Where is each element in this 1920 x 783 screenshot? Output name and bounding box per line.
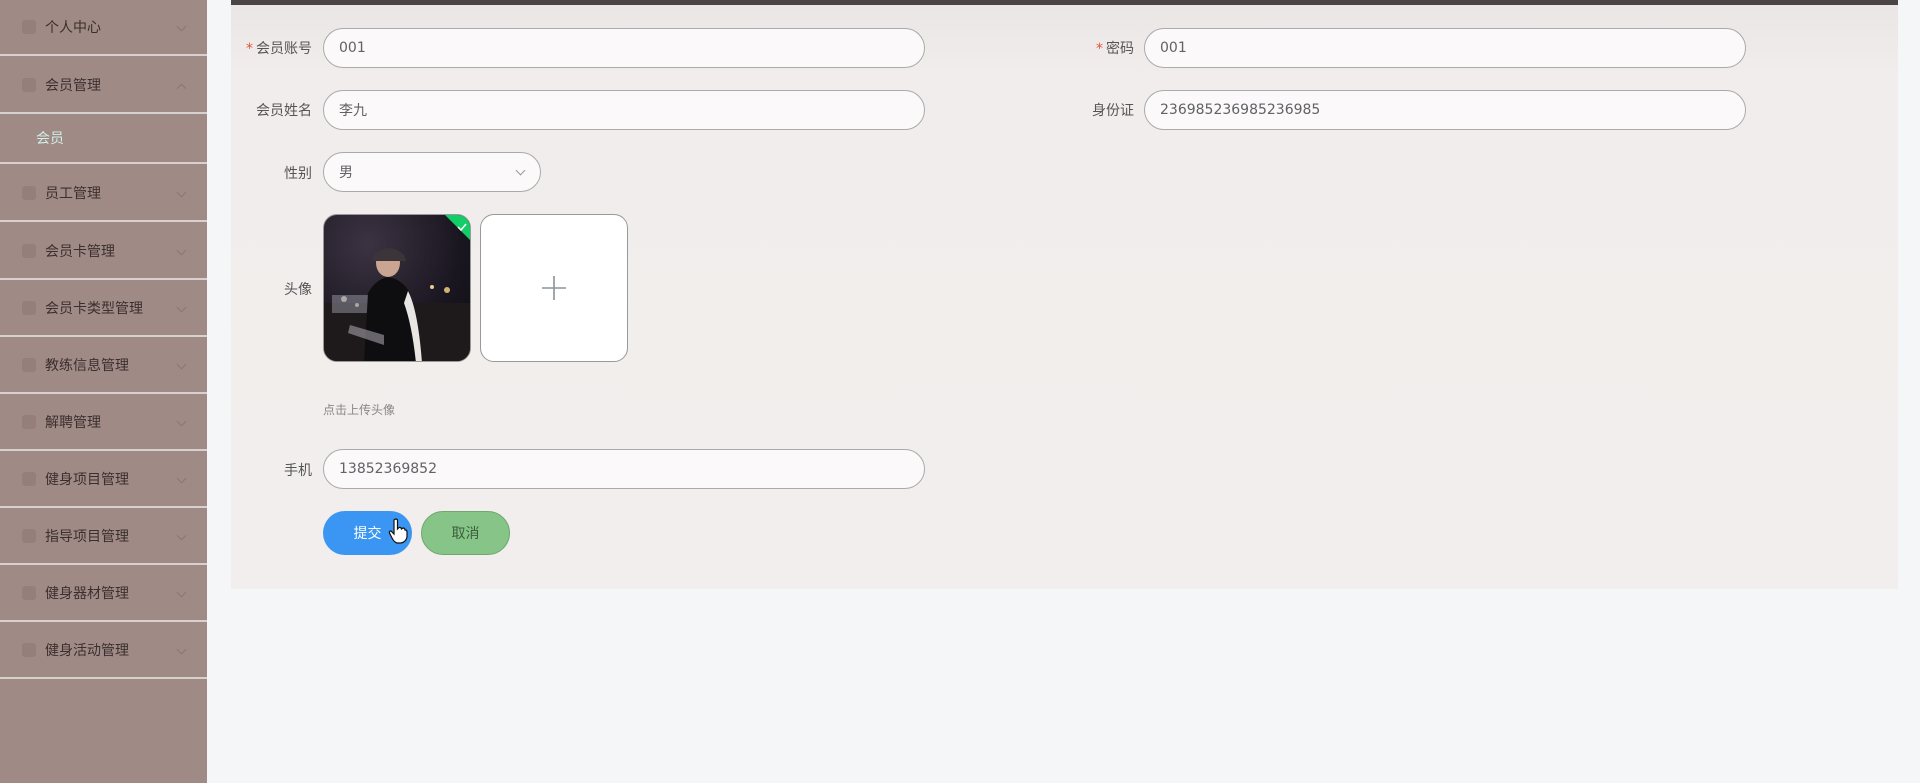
- sidebar-item-label: 员工管理: [45, 186, 101, 202]
- sidebar-item-label: 会员管理: [45, 78, 101, 94]
- gender-select[interactable]: 男: [323, 152, 541, 192]
- equipment-icon: [22, 586, 36, 600]
- gender-label-text: 性别: [284, 166, 312, 182]
- hand-cursor-icon: [388, 518, 408, 544]
- guide-icon: [22, 529, 36, 543]
- cardtype-icon: [22, 301, 36, 315]
- sidebar-item-cardtype-management[interactable]: 会员卡类型管理: [0, 281, 207, 337]
- submenu-item-label: 会员: [36, 131, 64, 147]
- submit-button-label: 提交: [353, 526, 382, 542]
- chevron-down-icon: [176, 644, 187, 655]
- cancel-button-label: 取消: [451, 526, 480, 542]
- user-icon: [22, 20, 36, 34]
- sidebar-item-personal-center[interactable]: 个人中心: [0, 0, 207, 56]
- account-label-text: 会员账号: [256, 41, 312, 57]
- chevron-down-icon: [176, 587, 187, 598]
- list-icon: [22, 186, 36, 200]
- password-input[interactable]: 001: [1144, 28, 1746, 68]
- avatar-label: 头像: [240, 279, 312, 299]
- password-value: 001: [1160, 40, 1187, 56]
- idcard-label: 身份证: [1060, 100, 1134, 120]
- card-icon: [22, 244, 36, 258]
- account-label: * 会员账号: [240, 38, 312, 58]
- account-input[interactable]: 001: [323, 28, 925, 68]
- sidebar-item-label: 健身项目管理: [45, 472, 129, 488]
- phone-label: 手机: [240, 460, 312, 480]
- sidebar-item-staff-management[interactable]: 员工管理: [0, 166, 207, 222]
- sidebar-item-label: 教练信息管理: [45, 358, 129, 374]
- sidebar-item-coach-management[interactable]: 教练信息管理: [0, 338, 207, 394]
- sidebar-item-guide-project-management[interactable]: 指导项目管理: [0, 509, 207, 565]
- chevron-down-icon: [176, 530, 187, 541]
- password-label-text: 密码: [1106, 41, 1134, 57]
- sidebar-item-label: 个人中心: [45, 20, 101, 36]
- chevron-down-icon: [176, 416, 187, 427]
- sidebar-item-label: 会员卡类型管理: [45, 301, 143, 317]
- cancel-button[interactable]: 取消: [421, 511, 510, 555]
- sidebar-item-member-management[interactable]: 会员管理: [0, 58, 207, 114]
- chevron-up-icon: [176, 83, 187, 94]
- sidebar-item-label: 健身活动管理: [45, 643, 129, 659]
- chevron-down-icon: [176, 359, 187, 370]
- name-input[interactable]: 李九: [323, 90, 925, 130]
- sidebar-item-activity-management[interactable]: 健身活动管理: [0, 623, 207, 679]
- avatar-upload-button[interactable]: [480, 214, 628, 362]
- phone-value: 13852369852: [339, 461, 437, 477]
- flag-icon: [22, 78, 36, 92]
- chevron-down-icon: [176, 245, 187, 256]
- name-label-text: 会员姓名: [256, 103, 312, 119]
- coach-icon: [22, 358, 36, 372]
- project-icon: [22, 472, 36, 486]
- sidebar-item-label: 会员卡管理: [45, 244, 115, 260]
- chevron-down-icon: [176, 302, 187, 313]
- chevron-down-icon: [176, 21, 187, 32]
- phone-input[interactable]: 13852369852: [323, 449, 925, 489]
- idcard-value: 236985236985236985: [1160, 102, 1321, 118]
- submenu-item-member[interactable]: 会员: [0, 114, 207, 164]
- account-value: 001: [339, 40, 366, 56]
- dismiss-icon: [22, 415, 36, 429]
- name-value: 李九: [339, 103, 367, 119]
- sidebar-item-label: 解聘管理: [45, 415, 101, 431]
- chevron-down-icon: [176, 187, 187, 198]
- sidebar-item-label: 健身器材管理: [45, 586, 129, 602]
- avatar-preview[interactable]: [323, 214, 471, 362]
- gender-label: 性别: [240, 163, 312, 183]
- sidebar: 个人中心 会员管理 会员 员工管理 会员卡管理 会员卡类型管理 教练信息管理 解…: [0, 0, 207, 783]
- chevron-down-icon: [515, 165, 526, 176]
- phone-label-text: 手机: [284, 463, 312, 479]
- idcard-label-text: 身份证: [1092, 103, 1134, 119]
- avatar-image: [324, 248, 470, 361]
- plus-icon: [542, 276, 566, 300]
- avatar-label-text: 头像: [284, 282, 312, 298]
- sidebar-item-equipment-management[interactable]: 健身器材管理: [0, 566, 207, 622]
- required-mark: *: [1096, 41, 1103, 57]
- avatar-hint: 点击上传头像: [323, 403, 396, 417]
- gender-value: 男: [339, 165, 353, 181]
- check-icon: [457, 223, 467, 232]
- sidebar-item-fitness-project-management[interactable]: 健身项目管理: [0, 452, 207, 508]
- password-label: * 密码: [1080, 38, 1134, 58]
- sidebar-item-label: 指导项目管理: [45, 529, 129, 545]
- sidebar-item-card-management[interactable]: 会员卡管理: [0, 224, 207, 280]
- idcard-input[interactable]: 236985236985236985: [1144, 90, 1746, 130]
- activity-icon: [22, 643, 36, 657]
- name-label: 会员姓名: [240, 100, 312, 120]
- required-mark: *: [246, 41, 253, 57]
- sidebar-item-dismiss-management[interactable]: 解聘管理: [0, 395, 207, 451]
- chevron-down-icon: [176, 473, 187, 484]
